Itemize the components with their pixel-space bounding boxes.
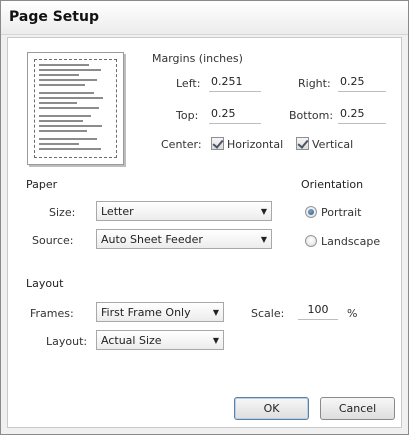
top-margin-input[interactable]: 0.25 [209,104,261,124]
right-margin-label: Right: [298,77,331,90]
cancel-button[interactable]: Cancel [320,397,395,420]
chevron-down-icon: ▼ [260,207,267,216]
bottom-margin-input[interactable]: 0.25 [338,104,386,124]
margins-group-label: Margins (inches) [152,52,243,65]
portrait-radio[interactable] [305,206,317,218]
layout-group-label: Layout [26,277,64,290]
size-label: Size: [49,206,76,219]
horizontal-label[interactable]: Horizontal [227,138,283,151]
layout-dropdown-value: Actual Size [101,334,162,347]
portrait-label[interactable]: Portrait [321,206,361,219]
center-label: Center: [161,138,202,151]
vertical-checkbox[interactable] [296,137,309,150]
page-preview-margin-outline [34,59,117,158]
ok-button[interactable]: OK [234,397,309,420]
scale-label: Scale: [251,307,285,320]
left-margin-label: Left: [176,77,201,90]
paper-group-label: Paper [26,178,58,191]
left-margin-input[interactable]: 0.251 [209,72,261,92]
source-dropdown-value: Auto Sheet Feeder [101,233,203,246]
size-dropdown[interactable]: Letter ▼ [96,201,272,221]
source-dropdown[interactable]: Auto Sheet Feeder ▼ [96,229,272,249]
frames-dropdown-value: First Frame Only [101,306,191,319]
source-label: Source: [32,234,74,247]
chevron-down-icon: ▼ [260,235,267,244]
dialog-content: Margins (inches) Left: 0.251 Right: 0.25… [7,37,402,428]
frames-label: Frames: [30,307,74,320]
scale-input[interactable]: 100 [298,300,338,320]
scale-percent-unit: % [347,307,358,320]
frames-dropdown[interactable]: First Frame Only ▼ [96,302,224,322]
vertical-label[interactable]: Vertical [312,138,353,151]
right-margin-input[interactable]: 0.25 [338,72,386,92]
size-dropdown-value: Letter [101,205,134,218]
page-preview-image [27,52,124,165]
chevron-down-icon: ▼ [212,336,219,345]
top-margin-label: Top: [176,109,199,122]
landscape-label[interactable]: Landscape [321,235,380,248]
layout-label: Layout: [46,335,88,348]
layout-dropdown[interactable]: Actual Size ▼ [96,330,224,350]
landscape-radio[interactable] [305,235,317,247]
chevron-down-icon: ▼ [212,308,219,317]
title-bar[interactable]: Page Setup [1,1,408,35]
horizontal-checkbox[interactable] [211,137,224,150]
orientation-group-label: Orientation [301,178,364,191]
page-setup-dialog: Page Setup Margins (inches) Left: 0.251 … [0,0,409,435]
bottom-margin-label: Bottom: [289,109,334,122]
dialog-title: Page Setup [9,9,99,25]
